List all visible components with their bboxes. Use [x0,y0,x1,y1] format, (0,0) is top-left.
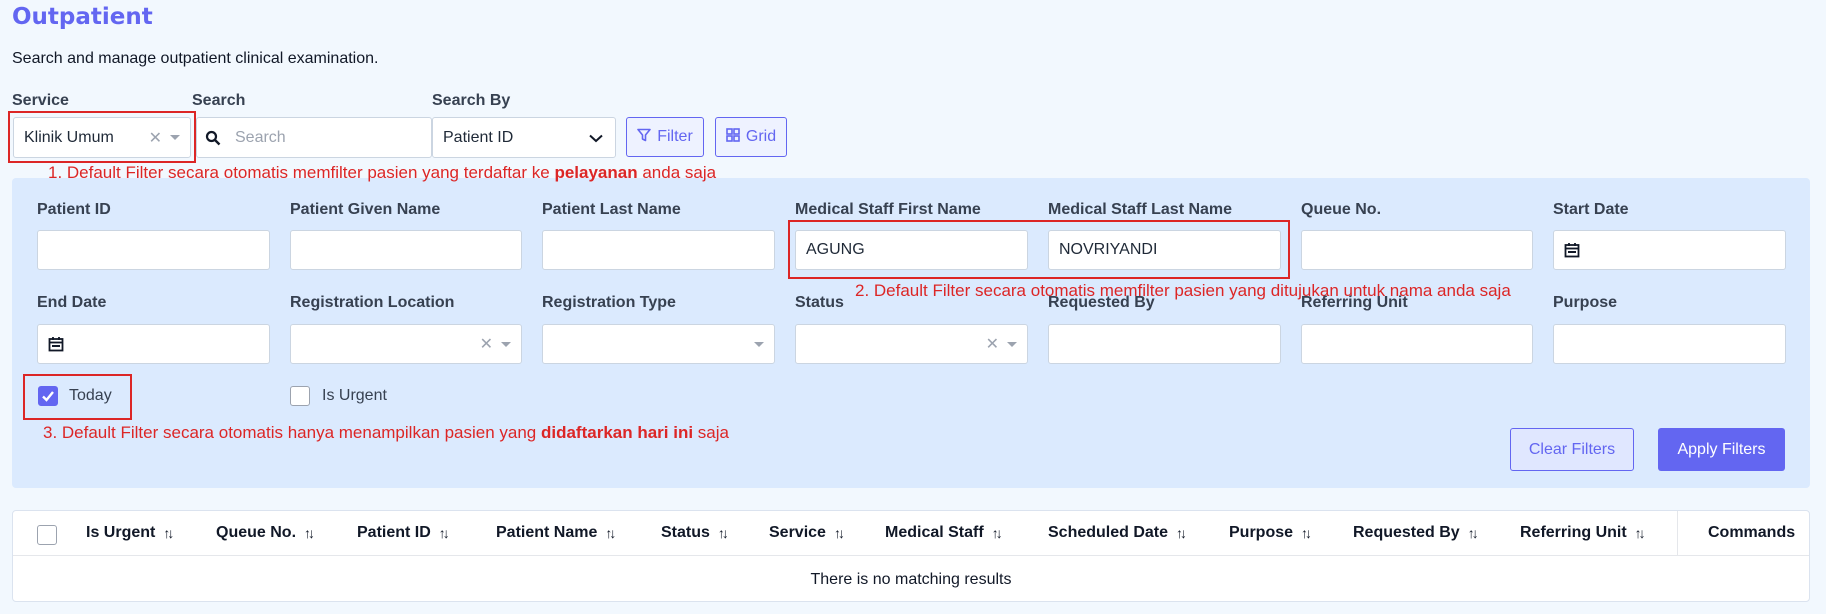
apply-filters-button[interactable]: Apply Filters [1658,428,1785,471]
caret-down-icon[interactable] [1007,341,1017,347]
last-name-field[interactable] [542,230,775,270]
empty-results-message: There is no matching results [810,571,1012,588]
annotation-note-3: 3. Default Filter secara otomatis hanya … [43,423,729,442]
start-date-label: Start Date [1553,201,1629,218]
purpose-label: Purpose [1553,294,1618,311]
requested-by-field[interactable] [1048,324,1281,364]
search-placeholder: Search [235,128,286,146]
column-status[interactable]: Status ↑↓ [661,524,729,542]
filter-button[interactable]: Filter [626,117,704,157]
is-urgent-label: Is Urgent [322,387,387,404]
annotation-box-today [23,374,132,420]
column-divider [1677,511,1678,555]
reg-type-select[interactable] [542,324,775,364]
filter-button-label: Filter [657,128,693,145]
annotation-note-2: 2. Default Filter secara otomatis memfil… [855,281,1511,300]
sort-icon: ↑↓ [1176,525,1187,541]
queue-no-field[interactable] [1301,230,1533,270]
annotation-box-service [8,111,196,163]
sort-icon: ↑↓ [163,525,174,541]
chevron-down-icon [589,130,603,146]
sort-icon: ↑↓ [717,525,729,541]
search-icon [205,130,221,146]
results-table: Is Urgent ↑↓ Queue No. ↑↓ Patient ID ↑↓ Pat… [12,510,1810,602]
table-header: Is Urgent ↑↓ Queue No. ↑↓ Patient ID ↑↓ Pat… [13,511,1809,556]
search-by-select[interactable]: Patient ID [432,117,616,158]
is-urgent-checkbox[interactable] [290,386,310,406]
page-title: Outpatient [12,4,153,30]
staff-first-name-label: Medical Staff First Name [795,201,981,218]
grid-button[interactable]: Grid [715,117,787,157]
column-scheduled-date[interactable]: Scheduled Date ↑↓ [1048,524,1187,542]
search-by-label: Search By [432,92,511,109]
sort-icon: ↑↓ [1301,525,1312,541]
funnel-icon [637,128,652,147]
calendar-icon[interactable] [48,336,64,352]
caret-down-icon[interactable] [754,341,764,347]
search-input[interactable]: Search [196,117,432,158]
patient-id-label: Patient ID [37,201,111,218]
last-name-label: Patient Last Name [542,201,681,218]
grid-button-label: Grid [745,128,777,145]
status-label: Status [795,294,844,311]
grid-icon [726,127,740,147]
column-commands: Commands [1708,524,1796,541]
column-patient-id[interactable]: Patient ID ↑↓ [357,524,450,542]
column-requested-by[interactable]: Requested By ↑↓ [1353,524,1479,542]
sort-icon: ↑↓ [1467,525,1479,541]
sort-icon: ↑↓ [304,525,315,541]
service-label: Service [12,92,69,109]
caret-down-icon[interactable] [501,341,511,347]
reg-type-label: Registration Type [542,294,676,311]
given-name-field[interactable] [290,230,522,270]
clear-filters-button[interactable]: Clear Filters [1510,428,1634,471]
reg-location-select[interactable]: ✕ [290,324,522,364]
annotation-note-1: 1. Default Filter secara otomatis memfil… [48,163,717,182]
patient-id-field[interactable] [37,230,270,270]
search-by-value: Patient ID [443,128,514,146]
clear-icon[interactable]: ✕ [986,334,999,354]
staff-last-name-label: Medical Staff Last Name [1048,201,1233,218]
clear-icon[interactable]: ✕ [480,334,493,354]
column-purpose[interactable]: Purpose ↑↓ [1229,524,1312,542]
column-referring-unit[interactable]: Referring Unit ↑↓ [1520,524,1646,542]
page-subtitle: Search and manage outpatient clinical ex… [12,50,379,67]
given-name-label: Patient Given Name [290,201,441,218]
search-label: Search [192,92,246,109]
calendar-icon[interactable] [1564,242,1580,258]
purpose-field[interactable] [1553,324,1786,364]
sort-icon: ↑↓ [605,525,616,541]
referring-unit-field[interactable] [1301,324,1533,364]
sort-icon: ↑↓ [1634,525,1646,541]
end-date-label: End Date [37,294,107,311]
column-service[interactable]: Service ↑↓ [769,524,845,542]
reg-location-label: Registration Location [290,294,455,311]
queue-no-label: Queue No. [1301,201,1382,218]
end-date-field[interactable] [37,324,270,364]
select-all-checkbox[interactable] [37,525,57,545]
requested-by-label: Requested By [1048,294,1155,311]
annotation-box-staff [788,220,1290,279]
status-select[interactable]: ✕ [795,324,1028,364]
sort-icon: ↑↓ [833,525,845,541]
column-is-urgent[interactable]: Is Urgent ↑↓ [86,524,174,542]
column-medical-staff[interactable]: Medical Staff ↑↓ [885,524,1003,542]
sort-icon: ↑↓ [991,525,1003,541]
referring-unit-label: Referring Unit [1301,294,1408,311]
sort-icon: ↑↓ [438,525,450,541]
column-queue-no[interactable]: Queue No. ↑↓ [216,524,315,542]
column-patient-name[interactable]: Patient Name ↑↓ [496,524,616,542]
start-date-field[interactable] [1553,230,1786,270]
